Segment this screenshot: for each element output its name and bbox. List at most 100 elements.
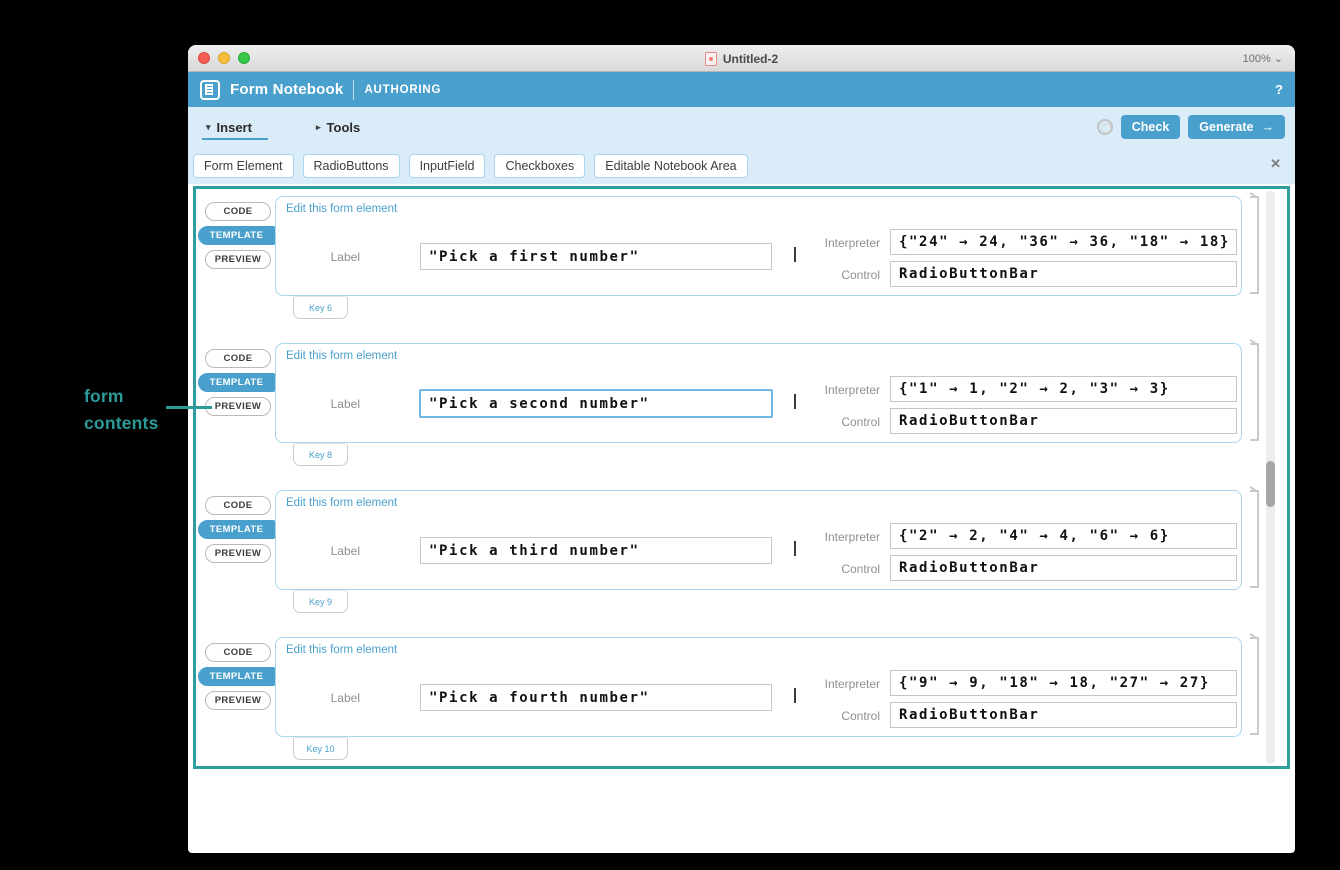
interpreter-input[interactable]: {"1" → 1, "2" → 2, "3" → 3} [890,376,1237,402]
form-contents-annotation: form contents [84,383,159,437]
interpreter-value: {"24" → 24, "36" → 36, "18" → 18} [899,234,1230,250]
label-input[interactable]: "Pick a third number" [420,537,772,564]
annotation-line2: contents [84,413,159,434]
palette-button-inputfield[interactable]: InputField [408,153,486,178]
check-button-label: Check [1131,120,1170,134]
generate-button[interactable]: Generate → [1188,115,1285,139]
form-element-row: CODE TEMPLATE PREVIEW Edit this form ele… [196,192,1287,339]
chevron-down-icon: ⌄ [1273,53,1283,65]
form-element-card: Edit this form element Label "Pick a fou… [275,637,1242,737]
window-titlebar: Untitled-2 100% ⌄ [188,45,1295,72]
control-input[interactable]: RadioButtonBar [890,408,1237,434]
card-tab-column: CODE TEMPLATE PREVIEW [196,202,276,274]
key-tag[interactable]: Key 8 [293,443,348,466]
key-tag[interactable]: Key 10 [293,737,348,760]
palette-button-radiobuttons[interactable]: RadioButtons [302,153,400,178]
tab-template[interactable]: TEMPLATE [198,373,275,392]
close-icon[interactable]: ✕ [1270,156,1281,172]
annotation-pointer-line [166,406,212,409]
form-element-card: Edit this form element Label "Pick a fir… [275,196,1242,296]
tab-code[interactable]: CODE [205,643,271,662]
form-element-card: Edit this form element Label "Pick a sec… [275,343,1242,443]
tab-template[interactable]: TEMPLATE [198,520,275,539]
generate-button-label: Generate [1199,120,1254,134]
tab-preview[interactable]: PREVIEW [205,397,271,416]
magnification-control[interactable]: 100% ⌄ [1243,45,1283,72]
interpreter-field-name: Interpreter [824,530,880,544]
cell-bracket[interactable] [1250,637,1259,735]
tab-preview[interactable]: PREVIEW [205,691,271,710]
cell-bracket[interactable] [1250,490,1259,588]
key-tag[interactable]: Key 9 [293,590,348,613]
interpreter-input[interactable]: {"9" → 9, "18" → 18, "27" → 27} [890,670,1237,696]
magnification-value: 100% [1242,52,1271,65]
tab-preview[interactable]: PREVIEW [205,250,271,269]
field-divider [794,247,796,262]
insert-palette: Form Element RadioButtons InputField Che… [188,147,1295,184]
header-divider [353,79,355,100]
triangle-down-icon: ▾ [206,121,211,132]
notebook-doc-icon [704,51,717,66]
annotation-line1: form [84,386,124,406]
form-element-card: Edit this form element Label "Pick a thi… [275,490,1242,590]
interpreter-value: {"9" → 9, "18" → 18, "27" → 27} [899,675,1210,691]
key-tag[interactable]: Key 6 [293,296,348,319]
control-value: RadioButtonBar [899,560,1040,576]
form-contents-area: CODE TEMPLATE PREVIEW Edit this form ele… [193,186,1290,769]
tools-menu[interactable]: ▸ Tools [316,107,360,147]
authoring-mode-label: AUTHORING [364,83,442,96]
label-input[interactable]: "Pick a fourth number" [420,684,772,711]
palette-button-checkboxes[interactable]: Checkboxes [494,153,586,178]
help-button[interactable]: ? [1275,82,1283,97]
form-element-row: CODE TEMPLATE PREVIEW Edit this form ele… [196,486,1287,633]
cell-bracket[interactable] [1250,196,1259,294]
cell-bracket[interactable] [1250,343,1259,441]
edit-form-element-link[interactable]: Edit this form element [286,644,397,656]
interpreter-input[interactable]: {"2" → 2, "4" → 4, "6" → 6} [890,523,1237,549]
palette-button-form-element[interactable]: Form Element [193,153,294,178]
label-value: "Pick a fourth number" [429,689,650,706]
tab-code[interactable]: CODE [205,349,271,368]
label-value: "Pick a first number" [429,248,640,265]
control-value: RadioButtonBar [899,707,1040,723]
tab-template[interactable]: TEMPLATE [198,226,275,245]
tab-code[interactable]: CODE [205,496,271,515]
label-input[interactable]: "Pick a first number" [420,243,772,270]
tab-code[interactable]: CODE [205,202,271,221]
control-input[interactable]: RadioButtonBar [890,702,1237,728]
label-value: "Pick a third number" [429,542,640,559]
control-input[interactable]: RadioButtonBar [890,555,1237,581]
palette-button-editable-notebook-area[interactable]: Editable Notebook Area [594,153,748,178]
label-field-name: Label [330,544,360,558]
label-input[interactable]: "Pick a second number" [419,389,773,418]
insert-menu[interactable]: ▾ Insert [202,107,268,147]
label-field-name: Label [330,691,360,705]
card-tab-column: CODE TEMPLATE PREVIEW [196,349,276,421]
form-element-row: CODE TEMPLATE PREVIEW Edit this form ele… [196,339,1287,486]
edit-form-element-link[interactable]: Edit this form element [286,350,397,362]
desktop-background: form contents Untitled-2 100% ⌄ Form Not… [0,0,1340,870]
interpreter-value: {"2" → 2, "4" → 4, "6" → 6} [899,528,1170,544]
interpreter-input[interactable]: {"24" → 24, "36" → 36, "18" → 18} [890,229,1237,255]
form-elements-list: CODE TEMPLATE PREVIEW Edit this form ele… [196,192,1287,780]
control-field-name: Control [841,268,880,282]
label-field-name: Label [330,397,360,411]
tab-preview[interactable]: PREVIEW [205,544,271,563]
form-element-row: CODE TEMPLATE PREVIEW Edit this form ele… [196,633,1287,780]
control-input[interactable]: RadioButtonBar [890,261,1237,287]
control-field-name: Control [841,562,880,576]
field-divider [794,541,796,556]
interpreter-value: {"1" → 1, "2" → 2, "3" → 3} [899,381,1170,397]
arrow-right-icon: → [1261,120,1275,134]
interpreter-field-name: Interpreter [824,677,880,691]
card-tab-column: CODE TEMPLATE PREVIEW [196,643,276,715]
control-field-name: Control [841,709,880,723]
check-button[interactable]: Check [1120,115,1181,139]
edit-form-element-link[interactable]: Edit this form element [286,203,397,215]
edit-form-element-link[interactable]: Edit this form element [286,497,397,509]
tab-template[interactable]: TEMPLATE [198,667,275,686]
control-field-name: Control [841,415,880,429]
gear-icon[interactable] [1096,119,1113,135]
scrollbar-thumb[interactable] [1266,461,1275,507]
interpreter-field-name: Interpreter [824,383,880,397]
